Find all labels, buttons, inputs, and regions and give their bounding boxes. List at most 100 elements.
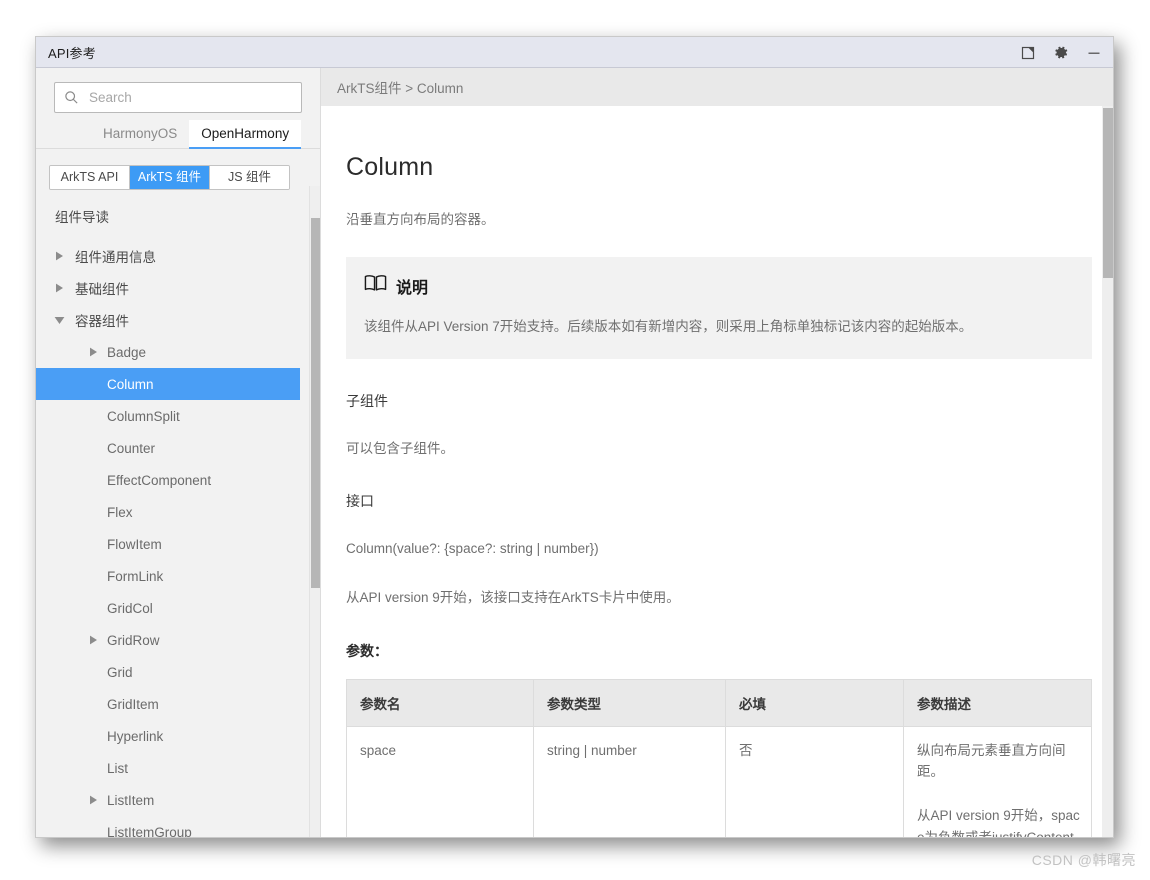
tab-harmonyos[interactable]: HarmonyOS bbox=[91, 126, 189, 149]
tree-item-listitemgroup[interactable]: ListItemGroup bbox=[36, 816, 320, 838]
new-window-icon[interactable] bbox=[1019, 44, 1037, 62]
tree-item-flex[interactable]: Flex bbox=[36, 496, 320, 528]
tree-item-listitem[interactable]: ListItem bbox=[36, 784, 320, 816]
note-callout: 说明 该组件从API Version 7开始支持。后续版本如有新增内容，则采用上… bbox=[346, 256, 1092, 359]
component-tree: 组件通用信息 基础组件容器组件 Badge Column ColumnSplit Coun… bbox=[36, 240, 320, 837]
tree-item-label: ListItem bbox=[107, 792, 155, 808]
column-header-param-type: 参数类型 bbox=[533, 678, 726, 727]
tree-item-label: FormLink bbox=[107, 568, 164, 584]
tree-item-label: EffectComponent bbox=[107, 472, 212, 488]
tree-item-容器组件[interactable]: 容器组件 bbox=[36, 304, 320, 336]
chevron-right-icon[interactable] bbox=[87, 795, 100, 805]
page-title: Column bbox=[346, 153, 434, 181]
sidebar-scrollbar-thumb[interactable] bbox=[311, 218, 320, 588]
tree-item-label: List bbox=[107, 760, 129, 776]
section-heading-parameters: 参数： bbox=[346, 642, 388, 659]
tree-item-columnsplit[interactable]: ColumnSplit bbox=[36, 400, 320, 432]
tab-js-components[interactable]: JS 组件 bbox=[210, 166, 289, 189]
tree-item-基础组件[interactable]: 基础组件 bbox=[36, 272, 320, 304]
tree-item-label: 基础组件 bbox=[75, 282, 129, 297]
component-guide-link[interactable]: 组件导读 bbox=[55, 206, 320, 226]
tree-item-label: 容器组件 bbox=[75, 314, 129, 329]
tree-item-flowitem[interactable]: FlowItem bbox=[36, 528, 320, 560]
window-body: HarmonyOS OpenHarmony ArkTS API ArkTS 组件… bbox=[36, 68, 1113, 837]
tree-item-effectcomponent[interactable]: EffectComponent bbox=[36, 464, 320, 496]
cell-param-name: space bbox=[346, 725, 534, 837]
window-title: API参考 bbox=[48, 45, 96, 61]
tree-item-gridrow[interactable]: GridRow bbox=[36, 624, 320, 656]
cell-param-type: string | number bbox=[533, 725, 726, 837]
chevron-right-icon[interactable] bbox=[87, 347, 100, 357]
tree-item-label: Hyperlink bbox=[107, 728, 164, 744]
tree-item-label: GridCol bbox=[107, 600, 153, 616]
tree-item-label: GridItem bbox=[107, 696, 159, 712]
page-summary: 沿垂直方向布局的容器。 bbox=[346, 212, 495, 227]
tree-item-list[interactable]: List bbox=[36, 752, 320, 784]
tree-item-label: FlowItem bbox=[107, 536, 162, 552]
chevron-right-icon[interactable] bbox=[53, 283, 66, 293]
platform-tabs: HarmonyOS OpenHarmony bbox=[36, 113, 320, 149]
minimize-icon[interactable] bbox=[1085, 44, 1103, 62]
api-tabs: ArkTS API ArkTS 组件 JS 组件 bbox=[49, 165, 290, 190]
cell-description-p2: 从API version 9开始，space为负数或者justifyConten… bbox=[917, 808, 1080, 837]
tab-arkts-api[interactable]: ArkTS API bbox=[50, 166, 130, 189]
search-box[interactable] bbox=[54, 82, 302, 113]
tree-item-label: Grid bbox=[107, 664, 133, 680]
cell-description: 纵向布局元素垂直方向间距。 从API version 9开始，space为负数或… bbox=[903, 725, 1092, 837]
tab-openharmony[interactable]: OpenHarmony bbox=[189, 119, 302, 149]
tree-item-griditem[interactable]: GridItem bbox=[36, 688, 320, 720]
main-scrollbar-thumb[interactable] bbox=[1103, 108, 1113, 278]
tree-item-column[interactable]: Column bbox=[36, 368, 300, 400]
main-pane: ArkTS组件 > Column Column 沿垂直方向布局的容器。 说明 该… bbox=[321, 68, 1113, 837]
search-area bbox=[36, 68, 320, 113]
tree-item-badge[interactable]: Badge bbox=[36, 336, 320, 368]
tree-item-grid[interactable]: Grid bbox=[36, 656, 320, 688]
search-input[interactable] bbox=[87, 89, 292, 106]
tree-item-gridcol[interactable]: GridCol bbox=[36, 592, 320, 624]
table-header-row: 参数名 参数类型 必填 参数描述 bbox=[346, 678, 1092, 727]
main-scrollbar-track[interactable] bbox=[1102, 106, 1113, 837]
watermark: CSDN @韩曙亮 bbox=[1031, 852, 1136, 868]
title-bar: API参考 bbox=[36, 37, 1113, 68]
interface-note: 从API version 9开始，该接口支持在ArkTS卡片中使用。 bbox=[346, 590, 680, 606]
chevron-down-icon[interactable] bbox=[53, 316, 66, 325]
chevron-right-icon[interactable] bbox=[53, 251, 66, 261]
tree-item-label: Badge bbox=[107, 344, 147, 360]
column-header-description: 参数描述 bbox=[903, 678, 1092, 727]
tree-item-label: GridRow bbox=[107, 632, 160, 648]
tree-item-hyperlink[interactable]: Hyperlink bbox=[36, 720, 320, 752]
tree-item-label: Column bbox=[107, 376, 154, 392]
section-heading-interface: 接口 bbox=[346, 493, 374, 510]
tree-item-label: ListItemGroup bbox=[107, 824, 192, 838]
column-header-required: 必填 bbox=[725, 678, 904, 727]
tree-item-label: Flex bbox=[107, 504, 133, 520]
section-text-subcomponents: 可以包含子组件。 bbox=[346, 440, 454, 456]
cell-description-p1: 纵向布局元素垂直方向间距。 bbox=[917, 742, 1066, 780]
tab-arkts-components[interactable]: ArkTS 组件 bbox=[130, 166, 210, 189]
breadcrumb: ArkTS组件 > Column bbox=[321, 68, 1113, 106]
tree-item-label: ColumnSplit bbox=[107, 408, 180, 424]
table-row: space string | number 否 纵向布局元素垂直方向间距。 从A… bbox=[346, 725, 1092, 837]
document-body: Column 沿垂直方向布局的容器。 说明 该组件从API Version 7开… bbox=[321, 106, 1113, 837]
search-icon bbox=[64, 90, 79, 105]
tree-item-formlink[interactable]: FormLink bbox=[36, 560, 320, 592]
note-heading: 说明 bbox=[396, 279, 429, 297]
tree-item-label: 组件通用信息 bbox=[75, 250, 156, 265]
tree-item-label: Counter bbox=[107, 440, 156, 456]
sidebar: HarmonyOS OpenHarmony ArkTS API ArkTS 组件… bbox=[36, 68, 321, 837]
interface-signature: Column(value?: {space?: string | number}… bbox=[346, 541, 599, 557]
gear-icon[interactable] bbox=[1052, 44, 1070, 62]
note-body: 该组件从API Version 7开始支持。后续版本如有新增内容，则采用上角标单… bbox=[364, 318, 973, 334]
cell-required: 否 bbox=[725, 725, 904, 837]
note-heading-row: 说明 bbox=[364, 274, 1074, 298]
tree-item-counter[interactable]: Counter bbox=[36, 432, 320, 464]
column-header-param-name: 参数名 bbox=[346, 678, 534, 727]
tree-item-组件通用信息[interactable]: 组件通用信息 bbox=[36, 240, 320, 272]
chevron-right-icon[interactable] bbox=[87, 635, 100, 645]
window-controls bbox=[1019, 37, 1103, 68]
sidebar-scrollbar-track[interactable] bbox=[309, 186, 320, 837]
application-window: API参考 Search HarmonyOS OpenHarmony ArkTS… bbox=[35, 36, 1114, 838]
parameters-table: 参数名 参数类型 必填 参数描述 space string | number 否 bbox=[346, 678, 1092, 837]
section-heading-subcomponents: 子组件 bbox=[346, 392, 388, 409]
book-icon bbox=[364, 274, 387, 297]
